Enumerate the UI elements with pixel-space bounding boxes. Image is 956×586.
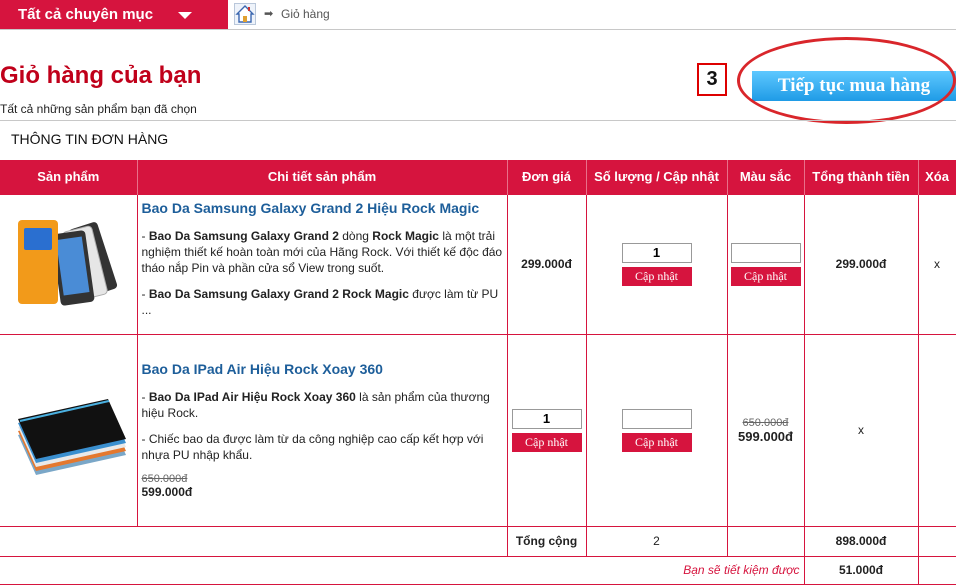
unit-old-price: 650.000đ [742,416,789,429]
quantity-cell: Cập nhật [506,333,587,527]
top-bar: Tất cả chuyên mục ➡ Giỏ hàng [0,0,956,30]
delete-button[interactable]: x [803,333,919,527]
product-description: - Bao Da Samsung Galaxy Grand 2 Rock Mag… [141,287,499,317]
product-detail-cell: Bao Da Samsung Galaxy Grand 2 Hiệu Rock … [136,193,508,335]
page-title: Giỏ hàng của bạn [0,62,202,89]
product-image[interactable] [8,214,128,314]
table-row: Bao Da IPad Air Hiệu Rock Xoay 360 - Bao… [0,333,956,527]
color-cell: Cập nhật [726,193,805,335]
table-header-row: Sản phẩm Chi tiết sản phẩm Đơn giá Số lư… [0,160,956,194]
unit-price-cell: 650.000đ 599.000đ [726,333,805,527]
delete-button[interactable]: x [917,193,956,335]
col-header-quantity: Số lượng / Cập nhật [586,160,728,194]
line-total: 299.000đ [803,193,919,335]
new-price: 599.000đ [141,485,193,499]
product-description: - Bao Da IPad Air Hiệu Rock Xoay 360 là … [141,390,490,420]
empty-cell [917,333,956,527]
col-header-color: Màu sắc [727,160,805,194]
category-menu-button[interactable]: Tất cả chuyên mục [0,0,228,29]
order-info-title: THÔNG TIN ĐƠN HÀNG [11,131,169,147]
highlight-ellipse [737,37,956,124]
old-price: 650.000đ [141,473,188,485]
breadcrumb-arrow-icon: ➡ [264,8,274,20]
step-number-label: 3 [697,63,727,96]
sum-total: 898.000đ [803,525,919,557]
quantity-input[interactable] [621,242,692,263]
color-input[interactable] [621,408,692,429]
col-header-unit-price: Đơn giá [507,160,587,194]
color-input[interactable] [730,242,801,263]
saving-label: Bạn sẽ tiết kiệm được [0,555,805,585]
col-header-total: Tổng thành tiền [804,160,919,194]
product-image[interactable] [8,375,128,485]
col-header-product: Sản phẩm [0,160,138,194]
saving-value: 51.000đ [803,555,919,585]
product-image-cell [0,193,138,335]
product-image-cell [0,333,138,527]
product-name-link[interactable]: Bao Da Samsung Galaxy Grand 2 Hiệu Rock … [142,200,503,216]
product-name-link[interactable]: Bao Da IPad Air Hiệu Rock Xoay 360 [142,361,503,377]
product-description: - Bao Da Samsung Galaxy Grand 2 dòng Roc… [141,229,503,275]
page-subtitle: Tất cả những sản phẩm bạn đã chọn [0,102,197,116]
divider [0,120,956,121]
update-color-button[interactable]: Cập nhật [730,266,801,286]
col-header-delete: Xóa [918,160,956,194]
product-detail-cell: Bao Da IPad Air Hiệu Rock Xoay 360 - Bao… [136,333,508,527]
empty-cell [917,525,956,557]
quantity-cell: Cập nhật [585,193,728,335]
update-quantity-button[interactable]: Cập nhật [621,266,692,286]
empty-cell [0,525,508,557]
update-color-button[interactable]: Cập nhật [621,432,692,452]
col-header-detail: Chi tiết sản phẩm [137,160,508,194]
color-cell: Cập nhật [585,333,728,527]
product-description: - Chiếc bao da được làm từ da công nghiệ… [141,432,484,462]
caret-down-icon [178,12,192,19]
update-quantity-button[interactable]: Cập nhật [511,432,582,452]
home-icon[interactable] [234,3,256,25]
total-row: Tổng cộng 2 898.000đ [0,525,956,557]
saving-row: Bạn sẽ tiết kiệm được 51.000đ [0,555,956,585]
cart-table: Sản phẩm Chi tiết sản phẩm Đơn giá Số lư… [0,160,956,585]
table-row: Bao Da Samsung Galaxy Grand 2 Hiệu Rock … [0,193,956,335]
category-menu-label: Tất cả chuyên mục [18,6,154,23]
sum-quantity: 2 [585,525,728,557]
breadcrumb-current: Giỏ hàng [281,7,330,21]
empty-cell [917,555,956,585]
unit-price: 299.000đ [506,193,587,335]
sum-label: Tổng cộng [506,525,587,557]
quantity-input[interactable] [511,408,582,429]
unit-new-price: 599.000đ [738,428,793,444]
empty-cell [726,525,805,557]
